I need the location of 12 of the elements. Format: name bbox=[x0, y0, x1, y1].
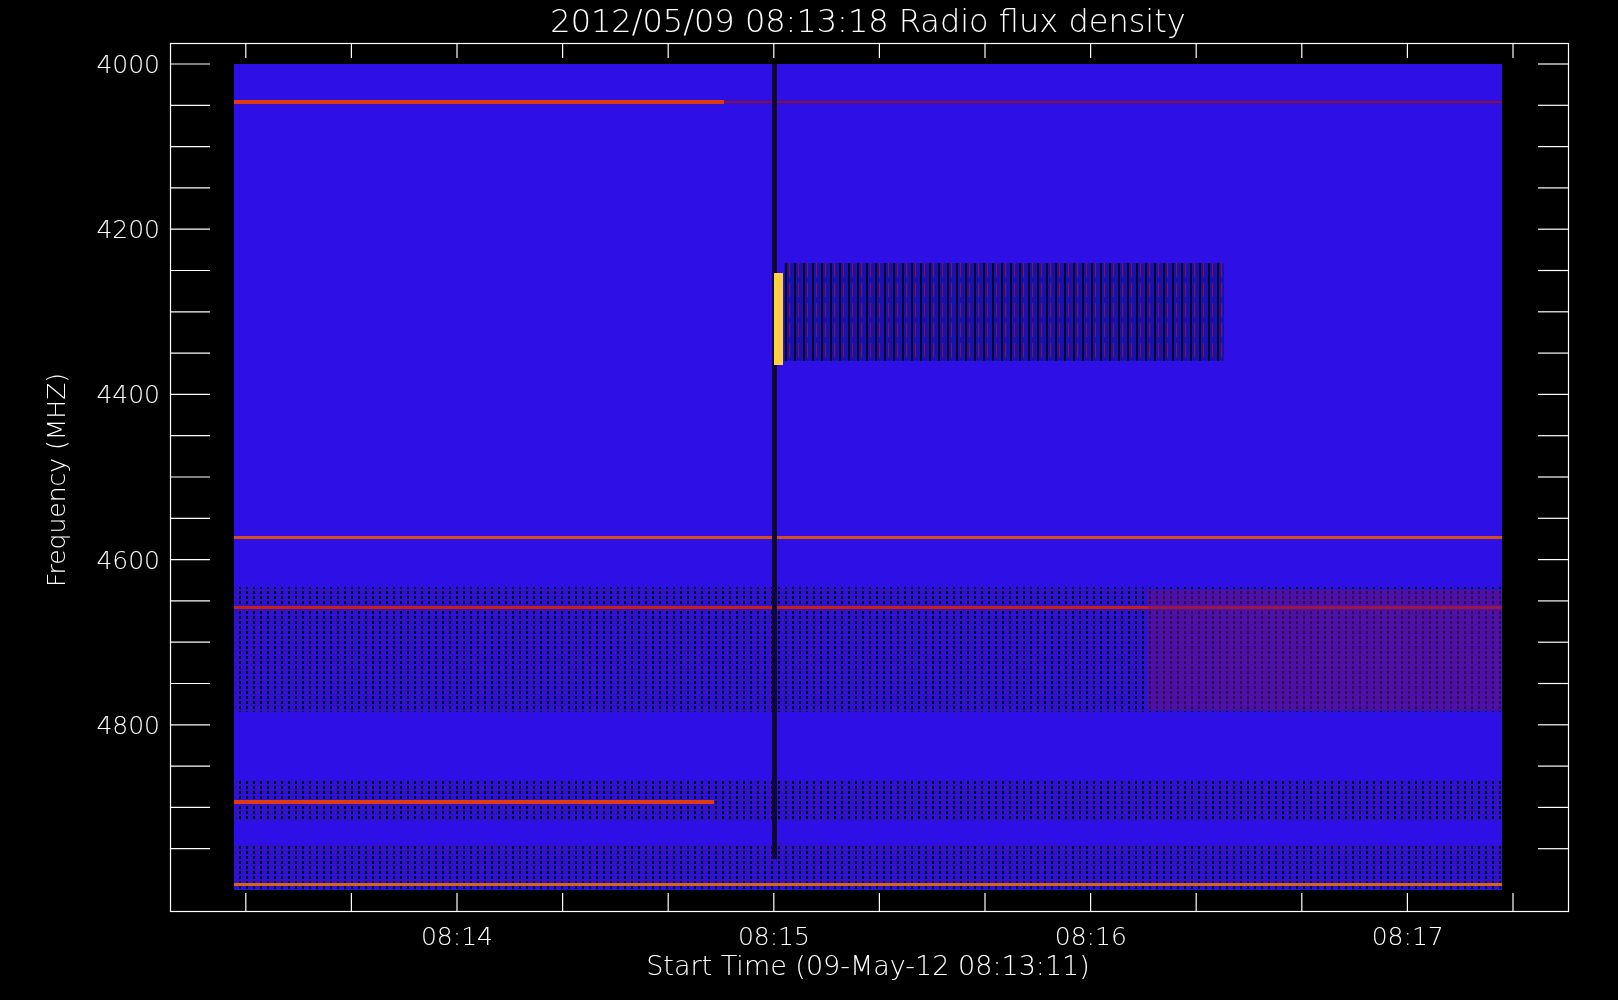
y-tick-label: 4400 bbox=[96, 380, 160, 410]
x-tick-label: 08:16 bbox=[1054, 922, 1127, 951]
x-axis-label: Start Time (09-May-12 08:13:11) bbox=[646, 950, 1090, 981]
y-axis-label: Frequency (MHZ) bbox=[42, 372, 71, 588]
x-tick-label: 08:17 bbox=[1371, 922, 1444, 951]
x-tick-label: 08:15 bbox=[737, 922, 810, 951]
x-tick-label: 08:14 bbox=[421, 922, 493, 951]
chart-title: 2012/05/09 08:13:18 Radio flux density bbox=[550, 2, 1186, 40]
y-tick-label: 4000 bbox=[96, 50, 160, 79]
y-tick-label: 4200 bbox=[96, 215, 160, 245]
y-tick-label: 4600 bbox=[96, 545, 160, 575]
y-tick-label: 4800 bbox=[96, 710, 160, 740]
